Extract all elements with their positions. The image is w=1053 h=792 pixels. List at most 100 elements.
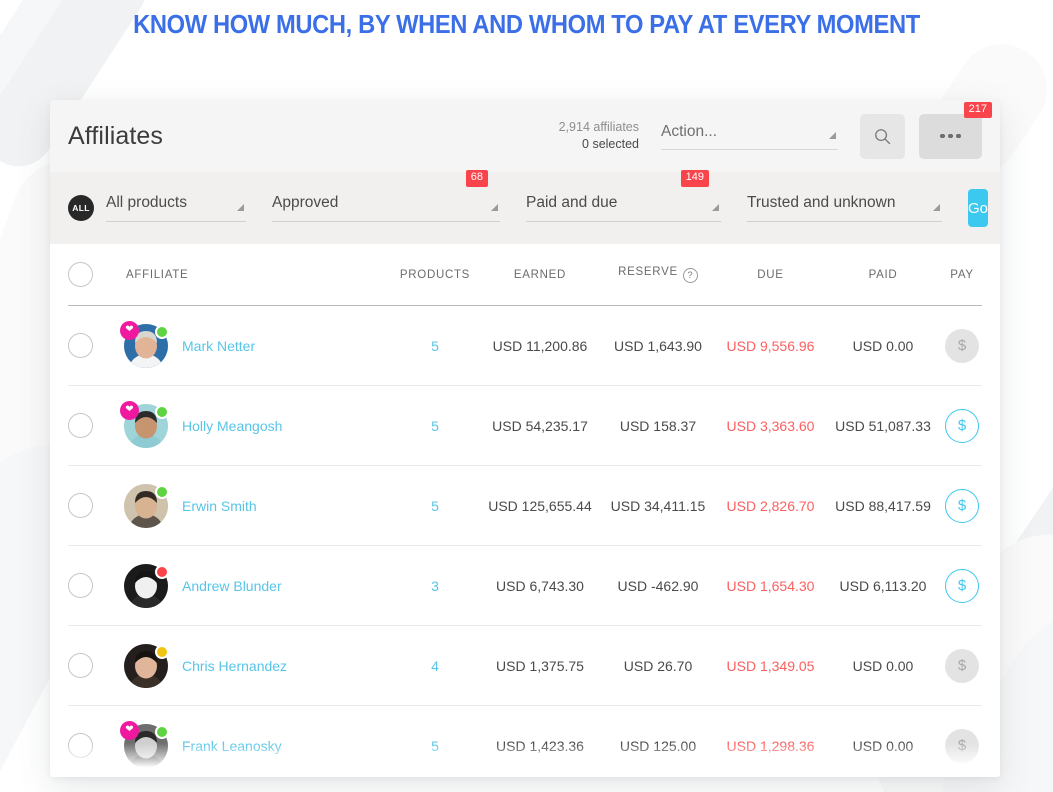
paid-amount: USD 51,087.33 — [835, 417, 931, 434]
filter-products[interactable]: All products — [106, 194, 246, 222]
more-actions-button[interactable]: 217 — [919, 101, 992, 159]
action-dropdown[interactable]: Action... — [661, 123, 838, 150]
affiliate-name-link[interactable]: Andrew Blunder — [182, 578, 282, 594]
row-checkbox[interactable] — [68, 733, 93, 758]
header-controls: 2,914 affiliates 0 selected Action... 21… — [559, 100, 1000, 172]
affiliate-name-link[interactable]: Frank Leanosky — [182, 738, 282, 754]
chevron-down-icon — [933, 204, 940, 211]
avatar-wrap: ❤ — [120, 320, 169, 368]
column-header-reserve: RESERVE? — [599, 266, 717, 283]
due-amount: USD 9,556.96 — [726, 337, 815, 354]
chevron-down-icon — [237, 204, 244, 211]
affiliate-name-link[interactable]: Holly Meangosh — [182, 418, 282, 434]
affiliates-card: Affiliates 2,914 affiliates 0 selected A… — [50, 100, 1000, 777]
avatar-wrap — [124, 643, 169, 688]
row-checkbox[interactable] — [68, 493, 93, 518]
go-button[interactable]: Go — [968, 189, 989, 227]
filter-bar: ALL All products Approved 68 Paid and du… — [50, 170, 1000, 244]
search-icon — [875, 128, 891, 144]
table-row: ❤ Mark Netter 5 USD 11,200.86 USD 1,643.… — [68, 306, 982, 386]
pay-button[interactable]: $ — [945, 488, 979, 523]
page-headline: KNOW HOW MUCH, BY WHEN AND WHOM TO PAY A… — [133, 11, 920, 39]
pay-cell: $ — [942, 728, 982, 763]
row-checkbox[interactable] — [68, 413, 93, 438]
products-count-link[interactable]: 5 — [389, 738, 481, 754]
pay-cell: $ — [942, 408, 982, 443]
pay-button[interactable]: $ — [945, 408, 979, 443]
status-dot — [155, 724, 169, 739]
affiliate-name-link[interactable]: Erwin Smith — [182, 498, 257, 514]
due-amount: USD 2,826.70 — [726, 497, 815, 514]
select-all-checkbox[interactable] — [68, 262, 93, 287]
affiliate-cell: Erwin Smith — [124, 483, 389, 528]
total-affiliates-label: 2,914 affiliates — [558, 120, 639, 135]
reserve-amount: USD 158.37 — [619, 417, 697, 434]
earned-amount: USD 125,655.44 — [488, 497, 592, 514]
table-row: Andrew Blunder 3 USD 6,743.30 USD -462.9… — [68, 546, 982, 626]
affiliate-cell: ❤ Holly Meangosh — [120, 400, 389, 448]
affiliate-name-link[interactable]: Chris Hernandez — [182, 658, 287, 674]
column-header-earned: EARNED — [513, 268, 567, 281]
row-checkbox[interactable] — [68, 333, 93, 358]
table-row: ❤ Holly Meangosh 5 USD 54,235.17 USD 158… — [68, 386, 982, 466]
reserve-amount: USD -462.90 — [617, 577, 699, 594]
due-amount: USD 3,363.60 — [726, 417, 815, 434]
avatar-wrap — [124, 563, 169, 608]
products-count-link[interactable]: 5 — [389, 498, 481, 514]
status-dot — [155, 404, 169, 419]
filter-trust-status[interactable]: Trusted and unknown — [747, 194, 942, 222]
status-dot — [155, 564, 169, 579]
row-select-cell — [68, 333, 124, 358]
filter-payment-label: Paid and due — [526, 194, 618, 211]
reserve-amount: USD 34,411.15 — [610, 497, 706, 514]
table-row: ❤ Frank Leanosky 5 USD 1,423.36 USD 125.… — [68, 706, 982, 777]
status-dot — [155, 644, 169, 659]
pay-cell: $ — [942, 648, 982, 683]
table-row: Erwin Smith 5 USD 125,655.44 USD 34,411.… — [68, 466, 982, 546]
table-body: ❤ Mark Netter 5 USD 11,200.86 USD 1,643.… — [68, 306, 982, 777]
chevron-down-icon — [829, 131, 836, 139]
column-header-affiliate: AFFILIATE — [126, 268, 189, 281]
reserve-amount: USD 1,643.90 — [614, 337, 702, 354]
avatar-wrap: ❤ — [120, 400, 169, 448]
earned-amount: USD 6,743.30 — [496, 577, 584, 594]
column-header-paid: PAID — [868, 268, 898, 281]
row-select-cell — [68, 733, 124, 758]
chevron-down-icon — [712, 204, 719, 211]
filter-payment-status[interactable]: Paid and due 149 — [526, 170, 721, 222]
favorite-heart-icon: ❤ — [120, 320, 139, 340]
column-header-pay: PAY — [950, 268, 974, 281]
earned-amount: USD 11,200.86 — [492, 337, 588, 354]
products-count-link[interactable]: 5 — [389, 338, 481, 354]
row-checkbox[interactable] — [68, 573, 93, 598]
select-all-cell — [68, 262, 124, 287]
search-button[interactable] — [860, 113, 905, 159]
pay-cell: $ — [942, 328, 982, 363]
paid-amount: USD 6,113.20 — [839, 577, 927, 594]
status-dot — [155, 324, 169, 339]
pay-button: $ — [945, 728, 979, 763]
earned-amount: USD 54,235.17 — [492, 417, 588, 434]
filter-payment-badge: 149 — [680, 170, 709, 187]
filter-approval-status[interactable]: Approved 68 — [272, 170, 500, 222]
products-count-link[interactable]: 3 — [389, 578, 481, 594]
more-actions-badge: 217 — [963, 101, 992, 119]
products-count-link[interactable]: 4 — [389, 658, 481, 674]
selected-count-label: 0 selected — [582, 137, 639, 151]
table-header-row: AFFILIATE PRODUCTS EARNED RESERVE? DUE P… — [68, 244, 982, 306]
table-row: Chris Hernandez 4 USD 1,375.75 USD 26.70… — [68, 626, 982, 706]
ellipsis-icon — [940, 133, 961, 139]
affiliate-cell: ❤ Mark Netter — [120, 320, 389, 368]
pay-cell: $ — [942, 568, 982, 603]
row-select-cell — [68, 573, 124, 598]
help-icon[interactable]: ? — [682, 268, 698, 283]
row-select-cell — [68, 413, 124, 438]
chevron-down-icon — [491, 204, 498, 211]
pay-button: $ — [945, 648, 979, 683]
paid-amount: USD 0.00 — [852, 657, 914, 674]
row-checkbox[interactable] — [68, 653, 93, 678]
all-products-chip[interactable]: ALL — [68, 195, 94, 221]
products-count-link[interactable]: 5 — [389, 418, 481, 434]
affiliate-name-link[interactable]: Mark Netter — [182, 338, 255, 354]
pay-button[interactable]: $ — [945, 568, 979, 603]
